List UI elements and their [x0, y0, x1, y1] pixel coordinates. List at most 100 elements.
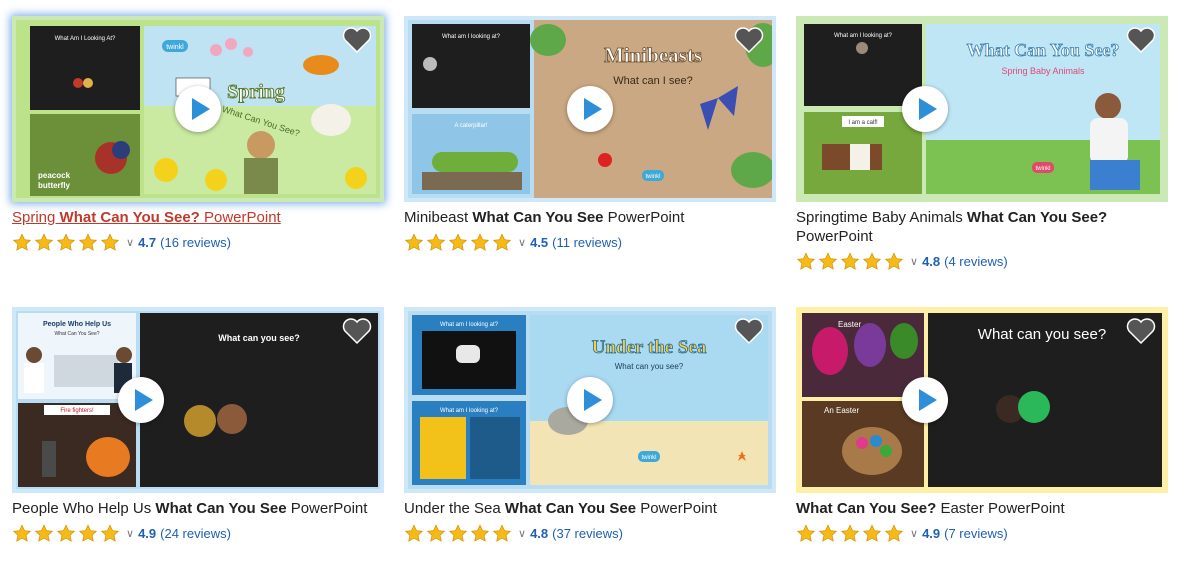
- svg-text:What am I looking at?: What am I looking at?: [834, 33, 893, 39]
- svg-text:An Easter: An Easter: [824, 406, 859, 415]
- svg-text:I am a calf!: I am a calf!: [848, 120, 878, 126]
- heart-icon[interactable]: [1126, 26, 1156, 54]
- product-title-link[interactable]: Minibeast What Can You See PowerPoint: [404, 208, 776, 227]
- chevron-down-icon[interactable]: ∨: [518, 236, 526, 249]
- svg-text:What am I looking at?: What am I looking at?: [440, 322, 499, 328]
- svg-text:What Can You See?: What Can You See?: [967, 40, 1120, 60]
- star-icon: [492, 232, 512, 251]
- svg-text:People Who Help Us: People Who Help Us: [43, 321, 111, 328]
- svg-text:Fire fighters!: Fire fighters!: [60, 408, 94, 414]
- star-icon: [78, 523, 98, 542]
- product-thumbnail[interactable]: What am I looking at? I am a calf! What …: [796, 16, 1168, 202]
- svg-text:Minibeasts: Minibeasts: [604, 43, 702, 67]
- product-thumbnail[interactable]: People Who Help Us What Can You See? Fir…: [12, 307, 384, 493]
- svg-text:twinkl: twinkl: [645, 174, 660, 180]
- product-title-link[interactable]: Spring What Can You See? PowerPoint: [12, 208, 384, 227]
- star-icon: [818, 523, 838, 542]
- svg-text:peacock: peacock: [38, 171, 71, 180]
- star-icon: [34, 232, 54, 251]
- star-icon: [818, 251, 838, 270]
- review-count-link[interactable]: (37 reviews): [552, 526, 623, 541]
- chevron-down-icon[interactable]: ∨: [910, 527, 918, 540]
- product-title-link[interactable]: Under the Sea What Can You See PowerPoin…: [404, 499, 776, 518]
- svg-text:twinkl: twinkl: [1035, 166, 1050, 172]
- review-count-link[interactable]: (24 reviews): [160, 526, 231, 541]
- heart-icon[interactable]: [734, 26, 764, 54]
- average-rating: 4.8: [922, 253, 941, 269]
- product-card: What am I looking at? A caterpillar! Min…: [404, 16, 776, 252]
- play-icon[interactable]: [118, 377, 164, 423]
- thumbnail-image: People Who Help Us What Can You See? Fir…: [16, 311, 380, 489]
- thumbnail-image: What am I looking at? I am a calf! What …: [800, 20, 1164, 198]
- star-icon: [492, 523, 512, 542]
- product-title-link[interactable]: What Can You See? Easter PowerPoint: [796, 499, 1168, 518]
- rating-row: ∨ 4.8 (37 reviews): [404, 523, 776, 543]
- star-icon: [78, 232, 98, 251]
- heart-icon[interactable]: [1126, 317, 1156, 345]
- play-icon[interactable]: [567, 377, 613, 423]
- average-rating: 4.9: [138, 525, 157, 541]
- chevron-down-icon[interactable]: ∨: [910, 255, 918, 268]
- svg-text:What can you see?: What can you see?: [978, 326, 1106, 343]
- average-rating: 4.5: [530, 234, 549, 250]
- star-rating: [12, 232, 122, 252]
- chevron-down-icon[interactable]: ∨: [126, 236, 134, 249]
- svg-text:A caterpillar!: A caterpillar!: [454, 123, 487, 129]
- star-icon: [12, 232, 32, 251]
- star-icon: [884, 251, 904, 270]
- review-count-link[interactable]: (11 reviews): [552, 235, 622, 250]
- product-title-link[interactable]: Springtime Baby Animals What Can You See…: [796, 208, 1168, 246]
- average-rating: 4.9: [922, 525, 941, 541]
- star-icon: [100, 523, 120, 542]
- svg-text:butterfly: butterfly: [38, 181, 71, 190]
- svg-text:Spring: Spring: [227, 81, 285, 103]
- heart-icon[interactable]: [342, 317, 372, 345]
- svg-text:What can you see?: What can you see?: [615, 362, 684, 371]
- svg-text:What Am I Looking At?: What Am I Looking At?: [55, 36, 116, 42]
- svg-text:Spring Baby Animals: Spring Baby Animals: [1001, 66, 1085, 76]
- rating-row: ∨ 4.9 (7 reviews): [796, 523, 1168, 543]
- svg-text:What can you see?: What can you see?: [218, 333, 300, 343]
- svg-text:Under the Sea: Under the Sea: [592, 337, 707, 358]
- rating-row: ∨ 4.7 (16 reviews): [12, 232, 384, 252]
- product-card: What am I looking at? What am I looking …: [404, 307, 776, 543]
- product-title-link[interactable]: People Who Help Us What Can You See Powe…: [12, 499, 384, 518]
- star-rating: [404, 523, 514, 543]
- product-thumbnail[interactable]: What am I looking at? What am I looking …: [404, 307, 776, 493]
- chevron-down-icon[interactable]: ∨: [518, 527, 526, 540]
- star-icon: [796, 523, 816, 542]
- product-thumbnail[interactable]: What Am I Looking At? peacock butterfly …: [12, 16, 384, 202]
- chevron-down-icon[interactable]: ∨: [126, 527, 134, 540]
- star-icon: [56, 232, 76, 251]
- rating-row: ∨ 4.5 (11 reviews): [404, 232, 776, 252]
- svg-text:twinkl: twinkl: [166, 44, 184, 51]
- star-icon: [426, 232, 446, 251]
- product-thumbnail[interactable]: What am I looking at? A caterpillar! Min…: [404, 16, 776, 202]
- star-icon: [470, 523, 490, 542]
- play-icon[interactable]: [175, 86, 221, 132]
- svg-text:What am I looking at?: What am I looking at?: [440, 408, 499, 414]
- product-card: What am I looking at? I am a calf! What …: [796, 16, 1168, 271]
- play-icon[interactable]: [567, 86, 613, 132]
- star-icon: [426, 523, 446, 542]
- star-icon: [12, 523, 32, 542]
- heart-icon[interactable]: [734, 317, 764, 345]
- heart-icon[interactable]: [342, 26, 372, 54]
- average-rating: 4.8: [530, 525, 549, 541]
- star-rating: [796, 523, 906, 543]
- review-count-link[interactable]: (7 reviews): [944, 526, 1008, 541]
- review-count-link[interactable]: (4 reviews): [944, 254, 1008, 269]
- product-card: People Who Help Us What Can You See? Fir…: [12, 307, 384, 543]
- play-icon[interactable]: [902, 377, 948, 423]
- star-icon: [840, 523, 860, 542]
- product-thumbnail[interactable]: Easter An Easter What can you see?: [796, 307, 1168, 493]
- svg-text:twinkl: twinkl: [641, 455, 656, 461]
- star-rating: [796, 251, 906, 271]
- average-rating: 4.7: [138, 234, 157, 250]
- review-count-link[interactable]: (16 reviews): [160, 235, 231, 250]
- rating-row: ∨ 4.9 (24 reviews): [12, 523, 384, 543]
- star-icon: [862, 523, 882, 542]
- play-icon[interactable]: [902, 86, 948, 132]
- svg-text:What Can You See?: What Can You See?: [54, 331, 99, 337]
- star-icon: [448, 523, 468, 542]
